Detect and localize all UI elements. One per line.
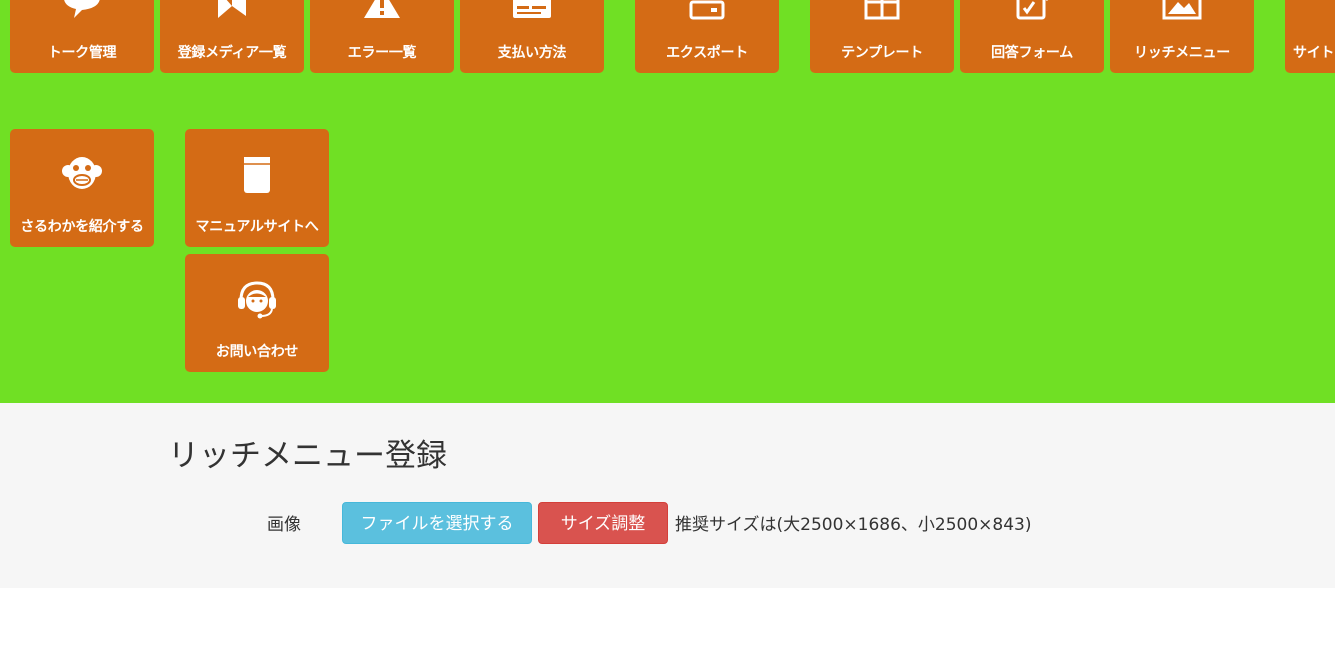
nav-tile-answer-form[interactable]: 回答フォーム xyxy=(960,0,1104,73)
nav-tile-introduce-saruwaka[interactable]: さるわかを紹介する xyxy=(10,129,154,247)
nav-tile-label: トーク管理 xyxy=(47,45,117,61)
nav-tile-label: お問い合わせ xyxy=(215,344,299,360)
nav-tile-label: 登録メディア一覧 xyxy=(177,45,287,61)
media-icon xyxy=(160,0,304,20)
image-field-label: 画像 xyxy=(267,515,301,535)
nav-tile-label: さるわかを紹介する xyxy=(20,219,144,235)
form-edit-icon xyxy=(960,0,1104,20)
nav-tile-label: リッチメニュー xyxy=(1134,45,1230,61)
nav-tile-label: 回答フォーム xyxy=(991,45,1073,61)
select-file-button[interactable]: ファイルを選択する xyxy=(342,502,532,544)
warning-icon xyxy=(310,0,454,20)
image-icon xyxy=(1110,0,1254,20)
credit-card-icon xyxy=(460,0,604,20)
nav-tile-manual-site[interactable]: マニュアルサイトへ xyxy=(185,129,329,247)
headset-icon xyxy=(185,280,329,320)
nav-tile-talk-management[interactable]: トーク管理 xyxy=(10,0,154,73)
nav-tile-label: マニュアルサイトへ xyxy=(195,219,319,235)
page-title: リッチメニュー登録 xyxy=(168,438,447,474)
monkey-icon xyxy=(10,155,154,191)
chat-bubble-icon xyxy=(10,0,154,20)
nav-tile-template[interactable]: テンプレート xyxy=(810,0,954,73)
book-icon xyxy=(185,155,329,195)
nav-tile-error-list[interactable]: エラー一覧 xyxy=(310,0,454,73)
nav-tile-label: エクスポート xyxy=(666,45,748,61)
nav-tile-registered-media[interactable]: 登録メディア一覧 xyxy=(160,0,304,73)
nav-tile-label: 支払い方法 xyxy=(497,45,567,61)
nav-tile-site[interactable]: サイト xyxy=(1285,0,1335,73)
rich-menu-register-panel: リッチメニュー登録 画像 ファイルを選択する サイズ調整 推奨サイズは(大250… xyxy=(0,403,1335,588)
nav-tile-rich-menu[interactable]: リッチメニュー xyxy=(1110,0,1254,73)
nav-tile-payment-method[interactable]: 支払い方法 xyxy=(460,0,604,73)
nav-tile-label: サイト xyxy=(1293,45,1335,61)
nav-tile-export[interactable]: エクスポート xyxy=(635,0,779,73)
recommended-size-hint: 推奨サイズは(大2500×1686、小2500×843) xyxy=(675,515,1032,535)
template-icon xyxy=(810,0,954,20)
nav-tile-label: エラー一覧 xyxy=(347,45,417,61)
nav-tile-contact[interactable]: お問い合わせ xyxy=(185,254,329,372)
site-icon xyxy=(1285,0,1335,20)
nav-tile-label: テンプレート xyxy=(841,45,923,61)
resize-button[interactable]: サイズ調整 xyxy=(538,502,668,544)
export-icon xyxy=(635,0,779,20)
navigation-panel: トーク管理 登録メディア一覧 エラー一覧 支払い方法 エクスポート テンプレート xyxy=(0,0,1335,403)
